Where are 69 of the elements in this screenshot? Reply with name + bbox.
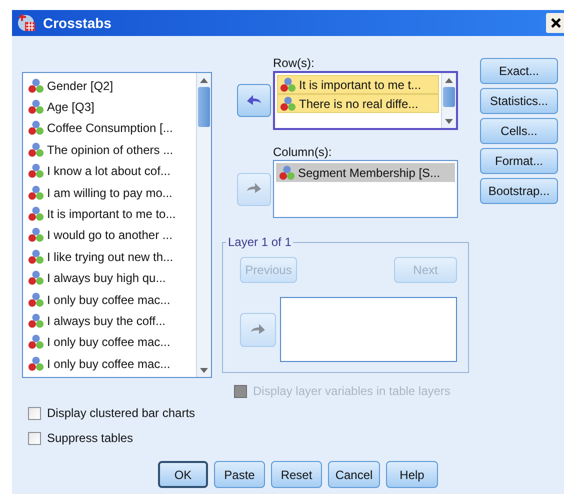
variable-icon	[28, 142, 44, 158]
variable-icon	[28, 184, 44, 201]
variable-icon	[28, 312, 44, 329]
crosstab-table-icon	[17, 13, 37, 33]
dialog-button[interactable]: OK	[158, 461, 208, 488]
column-list[interactable]: Segment Membership [S...	[273, 160, 458, 218]
variable-icon	[279, 164, 295, 180]
checkbox-label: Display layer variables in table layers	[253, 384, 450, 398]
scroll-up-icon	[445, 78, 453, 82]
scrollbar[interactable]	[441, 73, 456, 128]
list-item[interactable]: I only buy coffee mac...	[25, 332, 194, 354]
list-item[interactable]: It is important to me to...	[25, 203, 194, 225]
list-item[interactable]: I would go to another ...	[25, 224, 194, 246]
checkbox[interactable]	[28, 432, 41, 444]
scroll-thumb[interactable]	[443, 87, 455, 107]
scroll-thumb[interactable]	[198, 87, 210, 127]
variable-icon	[280, 96, 296, 112]
list-item[interactable]: The opinion of others ...	[25, 139, 194, 161]
checkbox-label: Suppress tables	[47, 431, 134, 445]
dialog-button[interactable]: Paste	[214, 461, 265, 488]
scrollbar[interactable]	[196, 73, 211, 377]
list-item[interactable]: I am willing to pay mo...	[25, 182, 194, 204]
variable-icon	[28, 270, 44, 286]
dialog-button[interactable]: Cells...	[480, 118, 558, 144]
move-button[interactable]	[237, 84, 271, 117]
variable-list[interactable]	[22, 72, 212, 378]
list-label: Row(s):	[273, 56, 316, 70]
row-list[interactable]: It is important to me t... There is no real diffe...	[273, 71, 458, 130]
dialog-button[interactable]: Reset	[271, 461, 322, 488]
variable-icon	[28, 78, 44, 94]
dialog-button[interactable]: Format...	[480, 148, 558, 174]
checkbox[interactable]	[28, 406, 41, 420]
variable-icon	[28, 334, 44, 350]
list-item[interactable]: I always buy the coff...	[25, 310, 194, 332]
list-item[interactable]: Segment Membership [S...	[276, 163, 455, 182]
list-item[interactable]: Age [Q3]	[25, 96, 194, 118]
close-button[interactable]	[546, 13, 564, 33]
scroll-down-icon	[445, 118, 453, 124]
dialog-button[interactable]: Statistics...	[480, 88, 558, 114]
layer-list[interactable]	[280, 297, 457, 362]
dialog-button[interactable]: Exact...	[480, 58, 558, 84]
group-title: Layer 1 of 1	[227, 235, 292, 249]
variable-icon	[28, 248, 44, 265]
scroll-up-icon	[200, 78, 208, 82]
list-label: Column(s):	[273, 145, 333, 159]
variable-icon	[28, 163, 44, 180]
dialog-button[interactable]: Cancel	[328, 461, 380, 488]
list-item[interactable]: There is no real diffe...	[277, 94, 439, 113]
variable-icon	[28, 356, 44, 372]
variable-icon	[280, 76, 296, 92]
variable-icon	[28, 120, 44, 136]
list-item[interactable]: Gender [Q2]	[25, 75, 194, 96]
dialog-button[interactable]: Help	[386, 461, 438, 488]
checkbox-label: Display clustered bar charts	[47, 406, 196, 420]
scroll-down-icon	[200, 368, 208, 372]
variable-icon	[28, 292, 44, 308]
list-item[interactable]: I only buy coffee mac...	[25, 288, 194, 310]
list-item[interactable]: I like trying out new th...	[25, 246, 194, 268]
list-item[interactable]: Coffee Consumption [...	[25, 118, 194, 140]
close-icon	[551, 18, 561, 28]
list-item[interactable]: I know a lot about cof...	[25, 160, 194, 182]
window-title: Crosstabs	[43, 15, 112, 31]
variable-icon	[28, 227, 44, 244]
list-item[interactable]: I only buy coffee mac...	[25, 353, 194, 374]
list-item[interactable]: It is important to me t...	[277, 75, 439, 94]
variable-icon	[28, 206, 44, 222]
variable-icon	[28, 99, 44, 116]
dialog-button[interactable]: Bootstrap...	[480, 178, 558, 204]
list-item[interactable]: I always buy high qu...	[25, 268, 194, 289]
